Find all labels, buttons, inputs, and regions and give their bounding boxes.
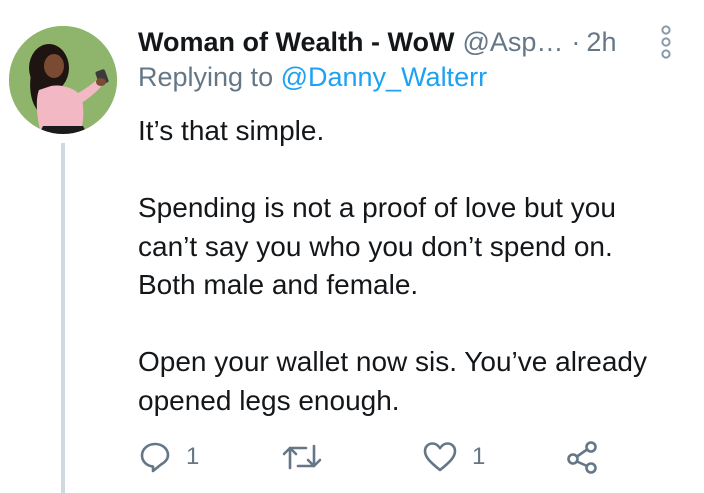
action-bar: 1 1 (0, 432, 704, 482)
retweet-button[interactable] (282, 432, 322, 482)
avatar[interactable] (9, 26, 117, 134)
display-name[interactable]: Woman of Wealth - WoW (138, 27, 454, 58)
timestamp[interactable]: 2h (586, 27, 616, 58)
tweet-text-line: Both male and female. (138, 269, 419, 300)
replying-to: Replying to @Danny_Walterr (138, 62, 487, 93)
tweet-text-line: It’s that simple. (138, 115, 325, 146)
tweet-header: Woman of Wealth - WoW @Asp… · 2h (138, 22, 658, 62)
tweet-text-line: Spending is not a proof of love but you (138, 192, 616, 223)
tweet-text-line: opened legs enough. (138, 384, 400, 416)
user-handle[interactable]: @Asp… (462, 27, 563, 58)
replying-to-label: Replying to (138, 62, 281, 92)
reply-count: 1 (186, 443, 200, 470)
share-button[interactable] (566, 432, 598, 482)
tweet-text-line: Open your wallet now sis. You’ve already (138, 346, 647, 377)
retweet-icon (282, 444, 322, 470)
reply-button[interactable]: 1 (138, 432, 199, 482)
share-icon (567, 441, 597, 474)
tweet-text-line: can’t say you who you don’t spend on. (138, 230, 613, 262)
heart-icon (423, 442, 457, 472)
more-options-button[interactable] (655, 24, 677, 60)
like-count: 1 (472, 443, 486, 470)
reply-icon (140, 442, 170, 473)
more-vertical-icon (661, 25, 671, 59)
avatar-image (9, 26, 117, 134)
reply-target-link[interactable]: @Danny_Walterr (281, 62, 487, 92)
tweet-text: It’s that simple. Spending is not a proo… (138, 112, 698, 420)
like-button[interactable]: 1 (422, 432, 485, 482)
tweet: Woman of Wealth - WoW @Asp… · 2h Replyin… (0, 0, 704, 493)
header-separator: · (571, 26, 581, 57)
